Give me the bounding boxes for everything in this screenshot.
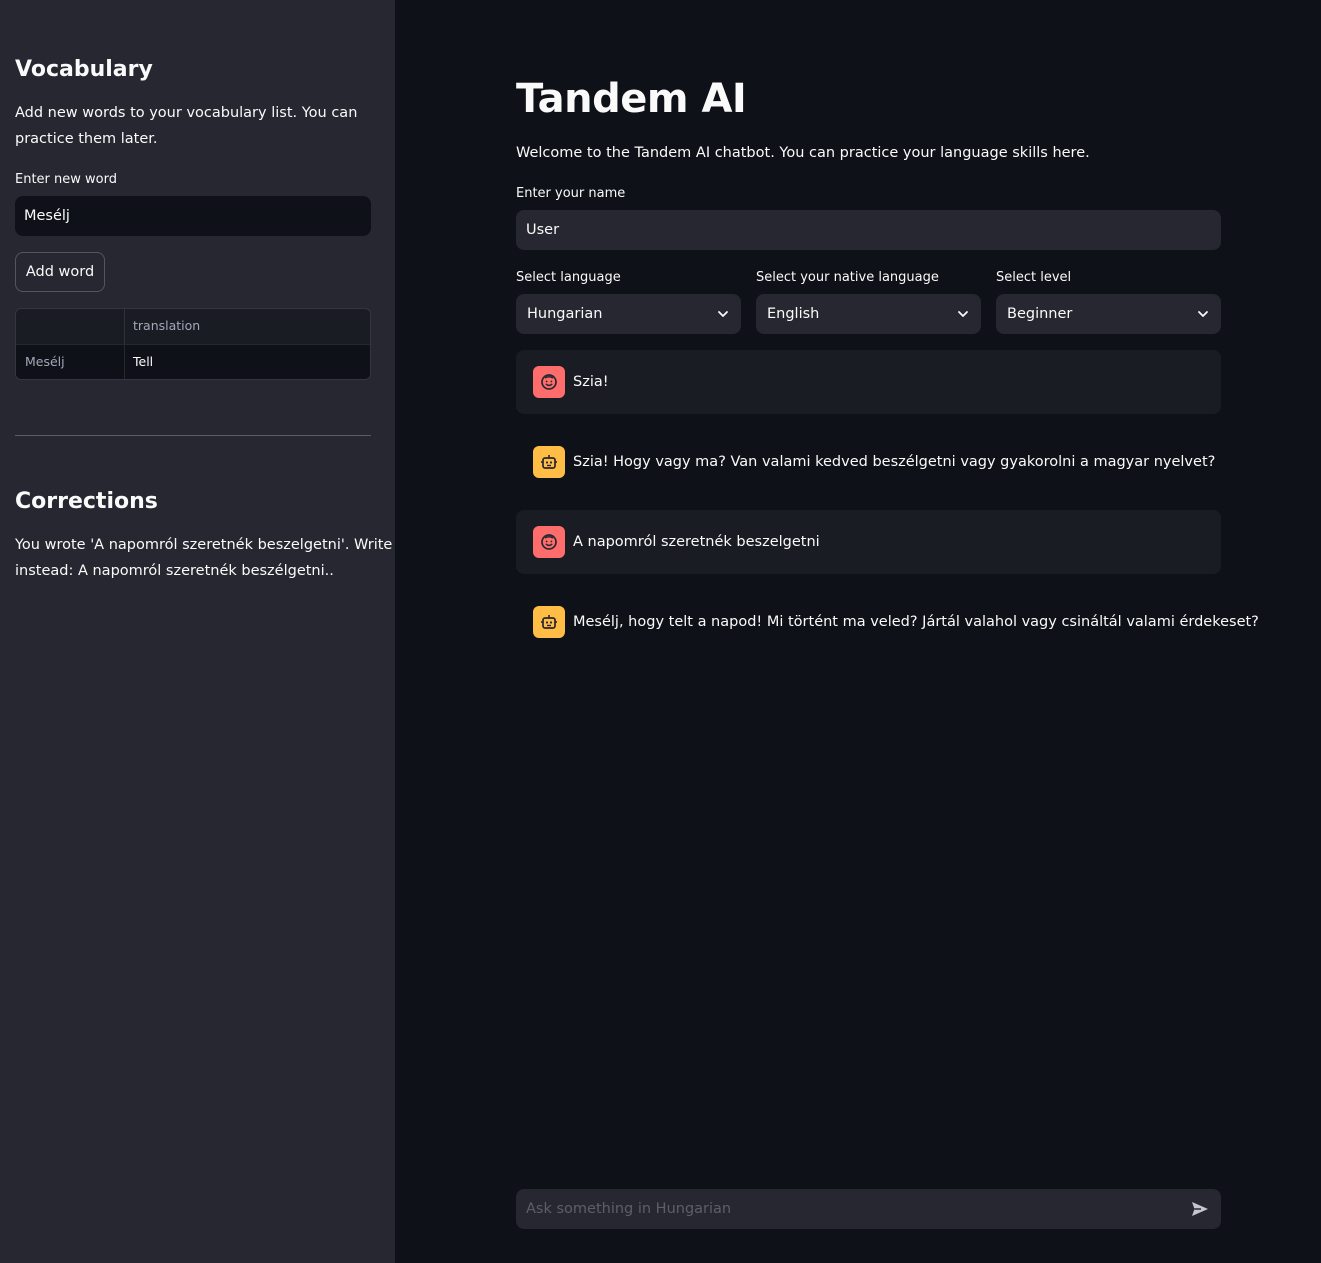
vocabulary-table: translation Mesélj Tell — [15, 308, 371, 380]
native-language-select-value: English — [767, 306, 820, 322]
table-header-index — [16, 309, 125, 344]
chat-input-placeholder: Ask something in Hungarian — [526, 1201, 732, 1217]
chat-message-text: Szia! — [573, 374, 609, 390]
chevron-down-icon — [718, 311, 728, 317]
vocabulary-description-line1: Add new words to your vocabulary list. Y… — [15, 105, 358, 121]
chat-message-assistant: Szia! Hogy vagy ma? Van valami kedved be… — [516, 430, 1221, 494]
language-select[interactable]: Hungarian — [516, 294, 741, 334]
chat-message-user: A napomról szeretnék beszelgetni — [516, 510, 1221, 574]
corrections-line2: instead: A napomról szeretnék beszélgetn… — [15, 563, 334, 579]
chat-message-assistant: Mesélj, hogy telt a napod! Mi történt ma… — [516, 590, 1259, 654]
main-content: Tandem AI Welcome to the Tandem AI chatb… — [395, 0, 1321, 1263]
native-language-select[interactable]: English — [756, 294, 981, 334]
sidebar: Vocabulary Add new words to your vocabul… — [0, 0, 395, 1263]
name-label: Enter your name — [516, 186, 626, 201]
language-select-value: Hungarian — [527, 306, 603, 322]
language-label: Select language — [516, 270, 621, 285]
new-word-label: Enter new word — [15, 172, 117, 187]
corrections-line1: You wrote 'A napomról szeretnék beszelge… — [15, 537, 393, 553]
chevron-down-icon — [958, 311, 968, 317]
chat-input[interactable]: Ask something in Hungarian — [516, 1189, 1221, 1229]
table-header-translation[interactable]: translation — [125, 309, 370, 344]
robot-icon — [533, 606, 565, 638]
level-label: Select level — [996, 270, 1072, 285]
vocabulary-heading: Vocabulary — [15, 57, 153, 82]
level-select-value: Beginner — [1007, 306, 1073, 322]
chat-message-user: Szia! — [516, 350, 1221, 414]
add-word-button[interactable]: Add word — [15, 252, 105, 292]
chat-message-text: Szia! Hogy vagy ma? Van valami kedved be… — [573, 454, 1216, 470]
new-word-input[interactable]: Mesélj — [15, 196, 371, 236]
table-row: Mesélj Tell — [16, 344, 370, 379]
sidebar-divider — [15, 435, 371, 436]
level-select[interactable]: Beginner — [996, 294, 1221, 334]
corrections-heading: Corrections — [15, 489, 158, 514]
robot-icon — [533, 446, 565, 478]
send-icon[interactable] — [1189, 1198, 1211, 1220]
smile-face-icon — [533, 366, 565, 398]
smile-face-icon — [533, 526, 565, 558]
welcome-text: Welcome to the Tandem AI chatbot. You ca… — [516, 145, 1090, 161]
table-cell-translation[interactable]: Tell — [125, 345, 370, 379]
vocabulary-description-line2: practice them later. — [15, 131, 158, 147]
table-header-row: translation — [16, 309, 370, 344]
chevron-down-icon — [1198, 311, 1208, 317]
native-language-label: Select your native language — [756, 270, 939, 285]
name-input[interactable]: User — [516, 210, 1221, 250]
table-cell-word: Mesélj — [16, 345, 125, 379]
chat-message-text: Mesélj, hogy telt a napod! Mi történt ma… — [573, 614, 1259, 630]
chat-message-text: A napomról szeretnék beszelgetni — [573, 534, 820, 550]
page-title: Tandem AI — [516, 76, 747, 122]
